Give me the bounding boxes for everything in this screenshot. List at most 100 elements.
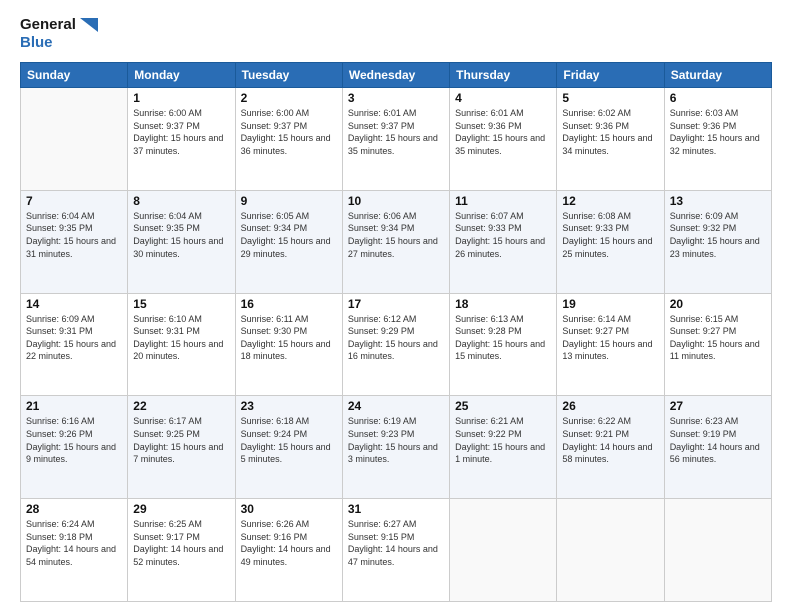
day-info: Sunrise: 6:15 AM Sunset: 9:27 PM Dayligh… bbox=[670, 313, 766, 363]
day-number: 30 bbox=[241, 502, 337, 516]
calendar-day-cell: 30 Sunrise: 6:26 AM Sunset: 9:16 PM Dayli… bbox=[235, 499, 342, 602]
calendar-day-header: Friday bbox=[557, 63, 664, 88]
day-number: 21 bbox=[26, 399, 122, 413]
day-info: Sunrise: 6:25 AM Sunset: 9:17 PM Dayligh… bbox=[133, 518, 229, 568]
calendar-week-row: 1 Sunrise: 6:00 AM Sunset: 9:37 PM Daylig… bbox=[21, 88, 772, 191]
calendar-day-cell: 31Sunrise: 6:27 AM Sunset: 9:15 PM Dayli… bbox=[342, 499, 449, 602]
day-number: 20 bbox=[670, 297, 766, 311]
calendar-day-cell: 17 Sunrise: 6:12 AM Sunset: 9:29 PM Dayli… bbox=[342, 293, 449, 396]
calendar-day-cell bbox=[450, 499, 557, 602]
logo: General Blue bbox=[20, 16, 98, 52]
calendar-day-cell: 25 Sunrise: 6:21 AM Sunset: 9:22 PM Dayli… bbox=[450, 396, 557, 499]
day-info: Sunrise: 6:01 AM Sunset: 9:37 PM Dayligh… bbox=[348, 107, 444, 157]
day-number: 17 bbox=[348, 297, 444, 311]
day-info: Sunrise: 6:07 AM Sunset: 9:33 PM Dayligh… bbox=[455, 210, 551, 260]
day-number: 28 bbox=[26, 502, 122, 516]
day-info: Sunrise: 6:19 AM Sunset: 9:23 PM Dayligh… bbox=[348, 415, 444, 465]
day-number: 13 bbox=[670, 194, 766, 208]
day-number: 16 bbox=[241, 297, 337, 311]
day-info: Sunrise: 6:18 AM Sunset: 9:24 PM Dayligh… bbox=[241, 415, 337, 465]
calendar-day-cell: 9 Sunrise: 6:05 AM Sunset: 9:34 PM Daylig… bbox=[235, 190, 342, 293]
day-info: Sunrise: 6:05 AM Sunset: 9:34 PM Dayligh… bbox=[241, 210, 337, 260]
day-info: Sunrise: 6:27 AM Sunset: 9:15 PM Dayligh… bbox=[348, 518, 444, 568]
day-number: 25 bbox=[455, 399, 551, 413]
calendar-week-row: 14 Sunrise: 6:09 AM Sunset: 9:31 PM Dayli… bbox=[21, 293, 772, 396]
calendar-day-cell: 4 Sunrise: 6:01 AM Sunset: 9:36 PM Daylig… bbox=[450, 88, 557, 191]
calendar-day-cell: 10Sunrise: 6:06 AM Sunset: 9:34 PM Dayli… bbox=[342, 190, 449, 293]
calendar-day-header: Wednesday bbox=[342, 63, 449, 88]
day-number: 8 bbox=[133, 194, 229, 208]
day-number: 10 bbox=[348, 194, 444, 208]
calendar-day-cell bbox=[664, 499, 771, 602]
day-info: Sunrise: 6:12 AM Sunset: 9:29 PM Dayligh… bbox=[348, 313, 444, 363]
day-info: Sunrise: 6:17 AM Sunset: 9:25 PM Dayligh… bbox=[133, 415, 229, 465]
day-number: 18 bbox=[455, 297, 551, 311]
day-info: Sunrise: 6:00 AM Sunset: 9:37 PM Dayligh… bbox=[241, 107, 337, 157]
day-info: Sunrise: 6:09 AM Sunset: 9:32 PM Dayligh… bbox=[670, 210, 766, 260]
day-number: 4 bbox=[455, 91, 551, 105]
calendar-day-cell: 19 Sunrise: 6:14 AM Sunset: 9:27 PM Dayli… bbox=[557, 293, 664, 396]
calendar-day-cell: 18 Sunrise: 6:13 AM Sunset: 9:28 PM Dayli… bbox=[450, 293, 557, 396]
day-info: Sunrise: 6:21 AM Sunset: 9:22 PM Dayligh… bbox=[455, 415, 551, 465]
logo-triangle-icon bbox=[80, 18, 98, 32]
calendar-day-cell: 12 Sunrise: 6:08 AM Sunset: 9:33 PM Dayli… bbox=[557, 190, 664, 293]
calendar-day-cell: 29 Sunrise: 6:25 AM Sunset: 9:17 PM Dayli… bbox=[128, 499, 235, 602]
calendar-day-header: Sunday bbox=[21, 63, 128, 88]
day-number: 15 bbox=[133, 297, 229, 311]
day-number: 24 bbox=[348, 399, 444, 413]
day-number: 11 bbox=[455, 194, 551, 208]
day-info: Sunrise: 6:26 AM Sunset: 9:16 PM Dayligh… bbox=[241, 518, 337, 568]
calendar-day-cell: 22 Sunrise: 6:17 AM Sunset: 9:25 PM Dayli… bbox=[128, 396, 235, 499]
calendar-day-header: Thursday bbox=[450, 63, 557, 88]
day-info: Sunrise: 6:04 AM Sunset: 9:35 PM Dayligh… bbox=[133, 210, 229, 260]
calendar-day-cell: 21Sunrise: 6:16 AM Sunset: 9:26 PM Dayli… bbox=[21, 396, 128, 499]
calendar-day-cell: 2 Sunrise: 6:00 AM Sunset: 9:37 PM Daylig… bbox=[235, 88, 342, 191]
calendar-day-cell: 15 Sunrise: 6:10 AM Sunset: 9:31 PM Dayli… bbox=[128, 293, 235, 396]
calendar-day-cell: 20 Sunrise: 6:15 AM Sunset: 9:27 PM Dayli… bbox=[664, 293, 771, 396]
calendar-day-cell: 1Sunrise: 6:00 AM Sunset: 9:37 PM Daylig… bbox=[128, 88, 235, 191]
calendar-day-cell: 26Sunrise: 6:22 AM Sunset: 9:21 PM Dayli… bbox=[557, 396, 664, 499]
calendar: SundayMondayTuesdayWednesdayThursdayFrid… bbox=[20, 62, 772, 602]
day-number: 19 bbox=[562, 297, 658, 311]
calendar-day-cell: 27 Sunrise: 6:23 AM Sunset: 9:19 PM Dayli… bbox=[664, 396, 771, 499]
day-number: 12 bbox=[562, 194, 658, 208]
day-info: Sunrise: 6:22 AM Sunset: 9:21 PM Dayligh… bbox=[562, 415, 658, 465]
day-info: Sunrise: 6:09 AM Sunset: 9:31 PM Dayligh… bbox=[26, 313, 122, 363]
day-info: Sunrise: 6:23 AM Sunset: 9:19 PM Dayligh… bbox=[670, 415, 766, 465]
day-number: 1 bbox=[133, 91, 229, 105]
day-number: 2 bbox=[241, 91, 337, 105]
day-number: 7 bbox=[26, 194, 122, 208]
day-number: 29 bbox=[133, 502, 229, 516]
calendar-week-row: 21Sunrise: 6:16 AM Sunset: 9:26 PM Dayli… bbox=[21, 396, 772, 499]
day-number: 9 bbox=[241, 194, 337, 208]
day-info: Sunrise: 6:14 AM Sunset: 9:27 PM Dayligh… bbox=[562, 313, 658, 363]
day-number: 27 bbox=[670, 399, 766, 413]
calendar-day-cell: 14 Sunrise: 6:09 AM Sunset: 9:31 PM Dayli… bbox=[21, 293, 128, 396]
calendar-day-cell: 23Sunrise: 6:18 AM Sunset: 9:24 PM Dayli… bbox=[235, 396, 342, 499]
calendar-day-cell bbox=[557, 499, 664, 602]
calendar-day-cell: 5 Sunrise: 6:02 AM Sunset: 9:36 PM Daylig… bbox=[557, 88, 664, 191]
day-info: Sunrise: 6:11 AM Sunset: 9:30 PM Dayligh… bbox=[241, 313, 337, 363]
calendar-day-cell: 6Sunrise: 6:03 AM Sunset: 9:36 PM Daylig… bbox=[664, 88, 771, 191]
calendar-day-cell bbox=[21, 88, 128, 191]
day-info: Sunrise: 6:01 AM Sunset: 9:36 PM Dayligh… bbox=[455, 107, 551, 157]
calendar-header-row: SundayMondayTuesdayWednesdayThursdayFrid… bbox=[21, 63, 772, 88]
day-number: 22 bbox=[133, 399, 229, 413]
day-info: Sunrise: 6:08 AM Sunset: 9:33 PM Dayligh… bbox=[562, 210, 658, 260]
calendar-day-cell: 16 Sunrise: 6:11 AM Sunset: 9:30 PM Dayli… bbox=[235, 293, 342, 396]
calendar-day-cell: 28 Sunrise: 6:24 AM Sunset: 9:18 PM Dayli… bbox=[21, 499, 128, 602]
calendar-day-cell: 13 Sunrise: 6:09 AM Sunset: 9:32 PM Dayli… bbox=[664, 190, 771, 293]
calendar-day-header: Monday bbox=[128, 63, 235, 88]
day-info: Sunrise: 6:24 AM Sunset: 9:18 PM Dayligh… bbox=[26, 518, 122, 568]
calendar-week-row: 7 Sunrise: 6:04 AM Sunset: 9:35 PM Daylig… bbox=[21, 190, 772, 293]
day-info: Sunrise: 6:13 AM Sunset: 9:28 PM Dayligh… bbox=[455, 313, 551, 363]
day-number: 14 bbox=[26, 297, 122, 311]
day-info: Sunrise: 6:02 AM Sunset: 9:36 PM Dayligh… bbox=[562, 107, 658, 157]
day-info: Sunrise: 6:10 AM Sunset: 9:31 PM Dayligh… bbox=[133, 313, 229, 363]
header: General Blue bbox=[20, 16, 772, 52]
calendar-day-cell: 3 Sunrise: 6:01 AM Sunset: 9:37 PM Daylig… bbox=[342, 88, 449, 191]
day-number: 5 bbox=[562, 91, 658, 105]
day-number: 3 bbox=[348, 91, 444, 105]
calendar-day-cell: 11 Sunrise: 6:07 AM Sunset: 9:33 PM Dayli… bbox=[450, 190, 557, 293]
calendar-day-header: Saturday bbox=[664, 63, 771, 88]
